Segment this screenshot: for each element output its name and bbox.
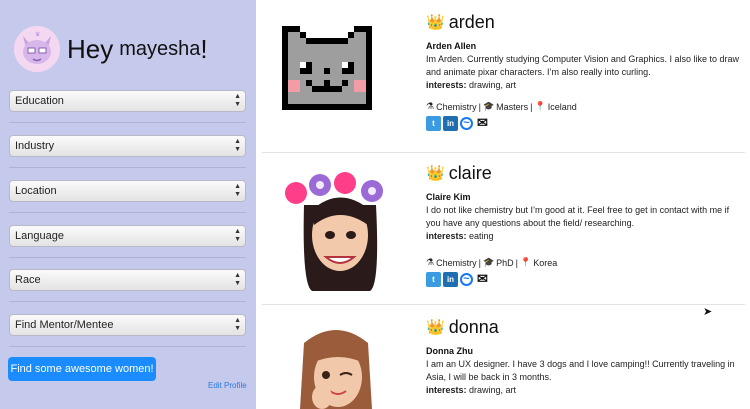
meta-separator: |	[515, 257, 519, 268]
divider	[9, 301, 246, 302]
avatar-woman-icon	[300, 330, 372, 409]
location-select[interactable]: Location ▲ ▼	[9, 180, 246, 202]
profile-meta: ⚗ Chemistry | 🎓 PhD | 📍 Korea	[426, 257, 744, 268]
profile-handle[interactable]: arden	[449, 12, 495, 33]
meta-separator: |	[530, 101, 533, 112]
profile-info: 👑 donna Donna Zhu I am an UX designer. I…	[426, 315, 744, 397]
interests-label: interests:	[426, 231, 467, 241]
select-arrows-icon: ▲ ▼	[234, 317, 241, 332]
meta-separator: |	[478, 257, 481, 268]
svg-text:♛: ♛	[35, 31, 40, 38]
profile-location: Iceland	[547, 101, 577, 112]
profile-picture	[282, 165, 390, 301]
select-arrows-icon: ▲ ▼	[234, 183, 241, 198]
profile-field: Chemistry	[436, 257, 477, 268]
divider	[9, 212, 246, 213]
profile-location: Korea	[533, 257, 558, 268]
twitter-icon[interactable]: t	[426, 116, 441, 131]
messenger-icon[interactable]: ~	[460, 117, 473, 130]
linkedin-icon[interactable]: in	[443, 116, 458, 131]
profile-bio: I do not like chemistry but I’m good at …	[426, 205, 730, 228]
crown-icon: 👑	[426, 14, 445, 31]
greeting-text: Hey	[67, 33, 114, 64]
profile-full-name: Claire Kim	[426, 192, 471, 202]
select-arrows-icon: ▲ ▼	[234, 228, 241, 243]
race-select-value: Race	[15, 274, 41, 286]
profile-info: 👑 claire Claire Kim I do not like chemis…	[426, 161, 744, 287]
industry-select[interactable]: Industry ▲ ▼	[9, 135, 246, 157]
divider	[9, 122, 246, 123]
profile-info: 👑 arden Arden Allen Im Arden. Currently …	[426, 10, 744, 131]
greeting-exclaim: !	[200, 33, 208, 64]
pin-icon: 📍	[520, 257, 532, 267]
social-links: t in ~ ✉	[426, 116, 744, 131]
race-select[interactable]: Race ▲ ▼	[9, 269, 246, 291]
messenger-icon[interactable]: ~	[460, 273, 473, 286]
profile-picture	[282, 323, 390, 409]
avatar-girl-icon	[285, 172, 383, 291]
email-icon[interactable]: ✉	[475, 272, 490, 287]
interests-label: interests:	[426, 385, 467, 395]
profile-picture	[282, 26, 390, 152]
linkedin-icon[interactable]: in	[443, 272, 458, 287]
select-arrows-icon: ▲ ▼	[234, 138, 241, 153]
education-select[interactable]: Education ▲ ▼	[9, 90, 246, 112]
pin-icon: 📍	[534, 101, 546, 111]
profile-bio: Im Arden. Currently studying Computer Vi…	[426, 54, 739, 77]
cat-avatar-icon: ♛	[14, 26, 60, 72]
crown-icon: 👑	[426, 165, 445, 182]
language-select[interactable]: Language ▲ ▼	[9, 225, 246, 247]
profile-degree: Masters	[496, 101, 529, 112]
divider	[9, 346, 246, 347]
profile-full-name: Donna Zhu	[426, 346, 473, 356]
card-divider	[262, 152, 745, 153]
select-arrows-icon: ▲ ▼	[234, 272, 241, 287]
education-select-value: Education	[15, 95, 64, 107]
profile-interests: interests: drawing, art	[426, 384, 744, 397]
avatar: ♛	[14, 26, 60, 72]
divider	[9, 257, 246, 258]
interests-value: drawing, art	[469, 80, 517, 90]
industry-select-value: Industry	[15, 140, 55, 152]
card-divider	[262, 304, 745, 305]
mentor-mentee-select[interactable]: Find Mentor/Mentee ▲ ▼	[9, 314, 246, 336]
graduation-cap-icon: 🎓	[482, 101, 495, 111]
interests-value: eating	[469, 231, 494, 241]
email-icon[interactable]: ✉	[475, 116, 490, 131]
find-women-button[interactable]: Find some awesome women!	[8, 357, 156, 381]
location-select-value: Location	[15, 185, 57, 197]
profile-interests: interests: drawing, art	[426, 79, 744, 92]
flask-icon: ⚗	[426, 101, 435, 111]
username: mayesha	[119, 37, 201, 60]
greeting: ♛ Hey mayesha !	[14, 26, 208, 72]
edit-profile-link[interactable]: Edit Profile	[208, 381, 247, 390]
language-select-value: Language	[15, 230, 64, 242]
crown-icon: 👑	[426, 319, 445, 336]
profile-degree: PhD	[496, 257, 514, 268]
social-links: t in ~ ✉	[426, 272, 744, 287]
select-arrows-icon: ▲ ▼	[234, 93, 241, 108]
interests-value: drawing, art	[469, 385, 517, 395]
mouse-cursor-icon: ➤	[703, 306, 713, 318]
profile-interests: interests: eating	[426, 230, 744, 243]
graduation-cap-icon: 🎓	[482, 257, 495, 267]
profile-meta: ⚗ Chemistry | 🎓 Masters | 📍 Iceland	[426, 101, 744, 112]
twitter-icon[interactable]: t	[426, 272, 441, 287]
sidebar: ♛ Hey mayesha ! Education ▲ ▼ Industry ▲ ▼…	[0, 0, 256, 409]
pixel-cat-icon	[282, 26, 372, 110]
meta-separator: |	[478, 101, 481, 112]
divider	[9, 167, 246, 168]
profile-handle[interactable]: donna	[449, 317, 499, 338]
profile-handle[interactable]: claire	[449, 163, 492, 184]
profile-full-name: Arden Allen	[426, 41, 477, 51]
flask-icon: ⚗	[426, 257, 435, 267]
profile-bio: I am an UX designer. I have 3 dogs and I…	[426, 359, 735, 382]
profile-field: Chemistry	[436, 101, 477, 112]
mentor-mentee-select-value: Find Mentor/Mentee	[15, 319, 114, 331]
interests-label: interests:	[426, 80, 467, 90]
